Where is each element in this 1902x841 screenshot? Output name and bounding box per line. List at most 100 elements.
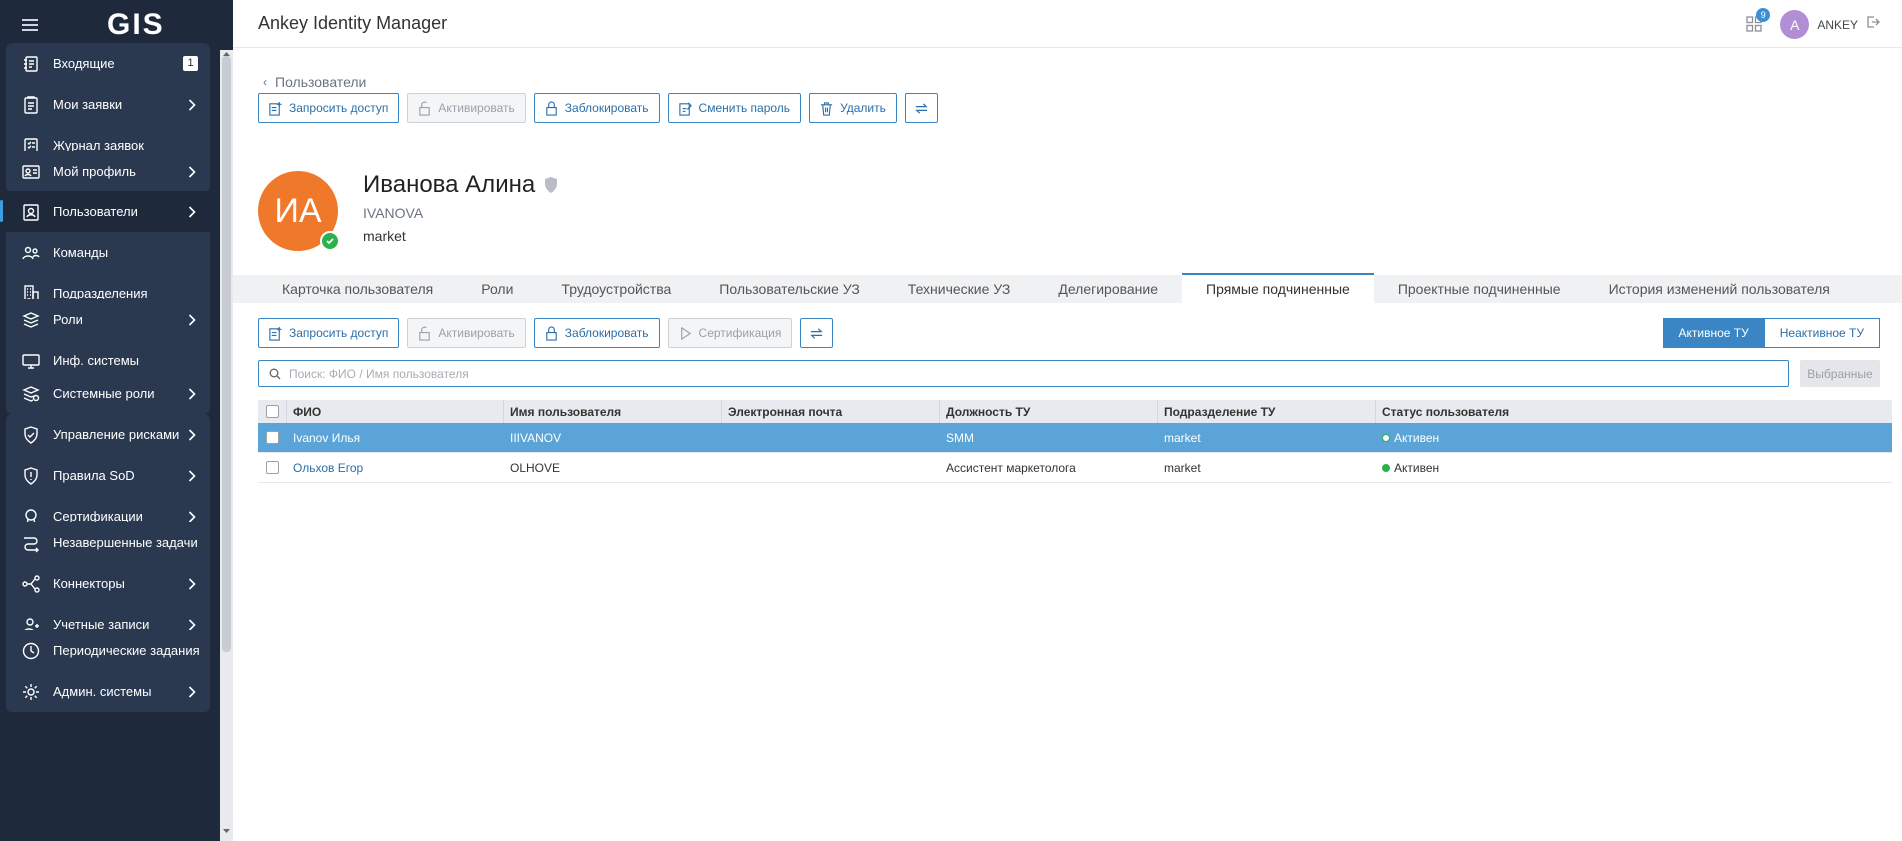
sidebar-item-users[interactable]: Пользователи — [0, 191, 210, 232]
status-dot-icon — [1382, 433, 1390, 442]
sidebar-item-label: Инф. системы — [53, 353, 140, 368]
sidebar-item-my-requests[interactable]: Мои заявки — [6, 84, 210, 125]
chevron-right-icon — [182, 428, 202, 441]
sod-icon — [21, 466, 41, 486]
user-link[interactable]: Ольхов Егор — [293, 461, 363, 475]
block-button[interactable]: Заблокировать — [533, 93, 660, 123]
sidebar-item-label: Коннекторы — [53, 576, 125, 591]
cell-position: SMM — [946, 430, 974, 445]
password-icon — [678, 101, 692, 116]
sidebar-item-risk-management[interactable]: Управление рисками — [6, 414, 210, 455]
shield-icon — [545, 177, 558, 193]
select-all-checkbox[interactable] — [265, 405, 279, 418]
search-input[interactable] — [289, 366, 1689, 381]
scroll-up-icon[interactable] — [222, 51, 231, 57]
sidebar-scrollbar-thumb[interactable] — [222, 56, 231, 652]
selected-filter-button[interactable]: Выбранные — [1800, 360, 1880, 387]
refresh-icon — [810, 327, 824, 339]
tab-user-card[interactable]: Карточка пользователя — [233, 275, 457, 303]
activate-button[interactable]: Активировать — [407, 93, 526, 123]
sidebar-group-system-roles: Системные роли — [6, 373, 210, 414]
chevron-right-icon — [182, 577, 202, 590]
column-header-email[interactable]: Электронная почта — [722, 400, 940, 423]
top-header: Ankey Identity Manager 9 A ANKEY — [233, 0, 1902, 48]
connectors-icon — [21, 574, 41, 594]
profile-name: Иванова Алина — [363, 171, 536, 198]
chevron-right-icon — [182, 98, 202, 111]
row-checkbox[interactable] — [266, 431, 279, 444]
status-dot-icon — [1382, 463, 1390, 472]
sidebar-item-periodic-jobs[interactable]: Периодические задания — [6, 630, 210, 671]
sidebar-item-my-profile[interactable]: Мой профиль — [6, 151, 210, 192]
systems-icon — [21, 351, 41, 371]
certification-button[interactable]: Сертификация — [667, 318, 793, 348]
request-access-label: Запросить доступ — [289, 326, 389, 340]
sidebar-item-system-roles[interactable]: Системные роли — [6, 373, 210, 414]
tab-change-history[interactable]: История изменений пользователя — [1585, 275, 1854, 303]
profile-department: market — [363, 228, 406, 244]
chevron-right-icon — [182, 618, 202, 631]
refresh-button[interactable] — [904, 93, 938, 123]
row-checkbox[interactable] — [266, 461, 279, 474]
user-link[interactable]: Ivanov Илья — [293, 431, 360, 445]
tab-employments[interactable]: Трудоустройства — [537, 275, 695, 303]
tab-direct-subordinates[interactable]: Прямые подчиненные — [1182, 273, 1374, 303]
sidebar-item-teams[interactable]: Команды — [6, 232, 210, 273]
delete-button[interactable]: Удалить — [809, 93, 897, 123]
inbox-count-badge: 1 — [183, 56, 198, 71]
user-avatar[interactable]: A — [1780, 10, 1810, 39]
subordinates-toolbar: Запросить доступ Активировать Заблокиров… — [258, 318, 841, 348]
tab-delegation[interactable]: Делегирование — [1034, 275, 1182, 303]
sidebar-item-label: Правила SoD — [53, 468, 135, 483]
column-header-department[interactable]: Подразделение ТУ — [1158, 400, 1376, 423]
table-row[interactable]: Ivanov Илья IIIVANOV SMM market Активен — [258, 423, 1892, 453]
inactive-employment-button[interactable]: Неактивное ТУ — [1764, 318, 1880, 348]
request-access-button[interactable]: Запросить доступ — [258, 318, 400, 348]
sidebar-item-sod-rules[interactable]: Правила SoD — [6, 455, 210, 496]
activate-button[interactable]: Активировать — [407, 318, 526, 348]
block-button[interactable]: Заблокировать — [533, 318, 660, 348]
column-header-username[interactable]: Имя пользователя — [504, 400, 722, 423]
sidebar-group-roles: Роли Инф. системы — [6, 299, 210, 381]
change-password-button[interactable]: Сменить пароль — [667, 93, 802, 123]
tab-technical-accounts[interactable]: Технические УЗ — [884, 275, 1035, 303]
user-toolbar: Запросить доступ Активировать Заблокиров… — [258, 93, 946, 123]
sidebar-group-requests: Входящие 1 Мои заявки Журнал заявок — [6, 43, 210, 166]
tab-roles[interactable]: Роли — [457, 275, 537, 303]
sidebar-item-label: Пользователи — [53, 204, 138, 219]
column-header-position[interactable]: Должность ТУ — [940, 400, 1158, 423]
tab-project-subordinates[interactable]: Проектные подчиненные — [1374, 275, 1585, 303]
cell-username: IIIVANOV — [510, 430, 562, 445]
unlock-icon — [419, 326, 431, 341]
sidebar-item-roles[interactable]: Роли — [6, 299, 210, 340]
tasks-icon — [21, 533, 41, 553]
lock-icon — [546, 325, 557, 341]
sidebar-item-connectors[interactable]: Коннекторы — [6, 563, 210, 604]
employment-filter-toggle: Активное ТУ Неактивное ТУ — [1662, 318, 1880, 348]
column-header-status[interactable]: Статус пользователя — [1376, 400, 1592, 423]
chevron-right-icon — [182, 313, 202, 326]
breadcrumb-users-link[interactable]: Пользователи — [275, 74, 366, 90]
sidebar-item-admin-system[interactable]: Админ. системы — [6, 671, 210, 712]
breadcrumb[interactable]: ‹ Пользователи — [263, 74, 366, 90]
cell-username: OLHOVE — [510, 460, 561, 475]
apps-grid-icon[interactable]: 9 — [1746, 7, 1771, 34]
refresh-button[interactable] — [800, 318, 834, 348]
block-label: Заблокировать — [564, 326, 649, 340]
column-header-fio[interactable]: ФИО — [287, 400, 504, 423]
chevron-right-icon — [182, 685, 202, 698]
avatar-initials: ИА — [274, 191, 322, 230]
active-employment-button[interactable]: Активное ТУ — [1662, 318, 1765, 348]
username-label[interactable]: ANKEY — [1817, 18, 1858, 32]
logout-icon[interactable] — [1866, 15, 1880, 34]
app-title: Ankey Identity Manager — [258, 13, 448, 33]
tab-user-accounts[interactable]: Пользовательские УЗ — [695, 275, 884, 303]
sidebar-item-unfinished-tasks[interactable]: Незавершенные задачи — [6, 522, 210, 563]
sidebar: GIS Входящие 1 Мои заявки Журнал заявок — [0, 0, 233, 841]
request-access-button[interactable]: Запросить доступ — [258, 93, 400, 123]
table-header: ФИО Имя пользователя Электронная почта Д… — [258, 400, 1892, 423]
table-row[interactable]: Ольхов Егор OLHOVE Ассистент маркетолога… — [258, 453, 1892, 483]
sidebar-item-inbox[interactable]: Входящие 1 — [6, 43, 210, 84]
scroll-down-icon[interactable] — [222, 828, 231, 834]
cell-fio: Ivanov Илья — [287, 423, 504, 452]
